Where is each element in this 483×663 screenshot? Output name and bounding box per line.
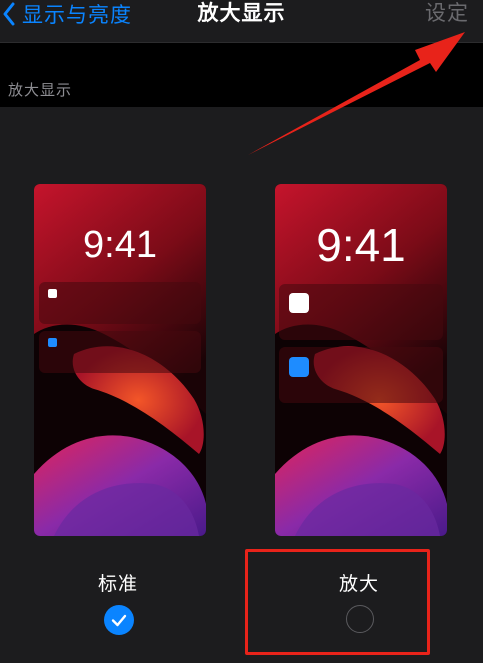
app-icon: [48, 289, 57, 298]
annotation-highlight-box: [245, 549, 430, 655]
notification-card: [39, 282, 201, 324]
checkmark-icon: [111, 614, 127, 627]
app-icon: [48, 338, 57, 347]
notification-card: [279, 347, 443, 403]
notification-card: [39, 331, 201, 373]
app-icon: [289, 357, 309, 377]
lock-screen-clock: 9:41: [316, 219, 406, 271]
zoomed-preview[interactable]: 9:41: [275, 184, 447, 536]
standard-radio-selected[interactable]: [104, 605, 134, 635]
lock-screen-clock: 9:41: [83, 224, 157, 266]
standard-preview[interactable]: 9:41: [34, 184, 206, 536]
notification-card: [279, 284, 443, 340]
option-standard-label[interactable]: 标准: [98, 569, 138, 596]
app-icon: [289, 293, 309, 313]
section-header: 放大显示: [8, 81, 73, 99]
annotation-arrow-icon: [248, 32, 465, 155]
